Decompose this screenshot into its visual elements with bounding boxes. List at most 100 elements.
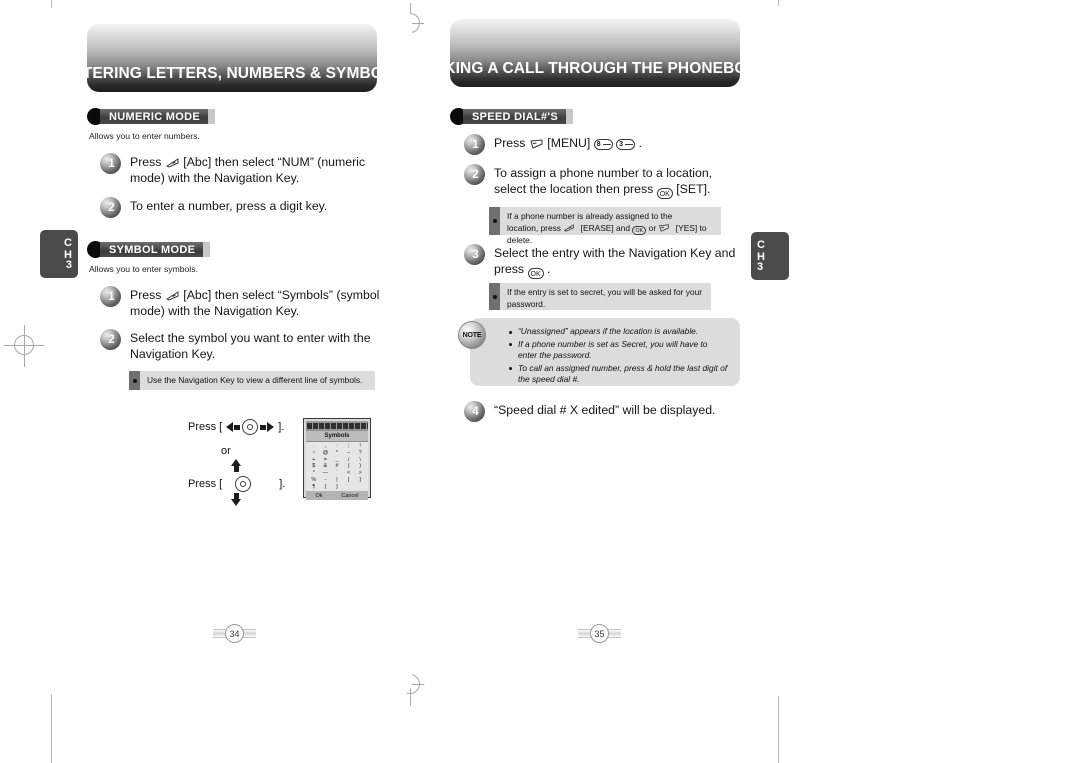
symbol-cell: ° xyxy=(312,470,315,477)
subhead-numeric-mode-label: NUMERIC MODE xyxy=(100,109,208,124)
subhead-tail xyxy=(203,242,211,257)
chapter-tab-right: C H 3 xyxy=(751,232,789,280)
step-bullet-1: 1 xyxy=(464,134,485,155)
step-symbol-1: 1 Press [Abc] then select “Symbols” (sym… xyxy=(100,286,385,319)
note-callout-box: “Unassigned” appears if the location is … xyxy=(470,318,740,386)
symbol-cell: _ xyxy=(335,456,339,463)
step-speed-4: 4 “Speed dial # X edited” will be displa… xyxy=(464,401,746,422)
symbol-cell: | xyxy=(336,476,338,483)
step-numeric-2: 2 To enter a number, press a digit key. xyxy=(100,197,380,218)
step-speed-4-text: “Speed dial # X edited” will be displaye… xyxy=(494,403,716,417)
step-bullet-1: 1 xyxy=(100,286,121,307)
navkey-or-label: or xyxy=(221,445,231,457)
soft-key-icon xyxy=(165,290,180,301)
symbol-cell: @ xyxy=(322,450,329,457)
subhead-numeric-mode: NUMERIC MODE xyxy=(87,108,215,125)
registration-mark-left xyxy=(4,325,46,367)
symbol-cell: ~ xyxy=(312,450,316,457)
phone-screen-title: Symbols xyxy=(306,430,368,442)
chapter-tab-left-number: 3 xyxy=(65,258,72,271)
symbol-cell: - xyxy=(324,476,327,483)
note-already-assigned-text: If a phone number is already assigned to… xyxy=(507,211,707,245)
note-secret-entry: If the entry is set to secret, you will … xyxy=(489,283,711,310)
note-marker-icon xyxy=(129,371,140,390)
banner-right: MAKING A CALL THROUGH THE PHONEBOOK xyxy=(450,19,740,87)
step-bullet-3: 3 xyxy=(464,244,485,265)
step-numeric-1: 1 Press [Abc] then select “NUM” (numeric… xyxy=(100,153,380,186)
banner-left-title: ENTERING LETTERS, NUMBERS & SYMBOLS xyxy=(87,65,377,82)
send-key-icon xyxy=(529,138,544,149)
navigation-key-icon xyxy=(235,476,252,492)
step-speed-2-text: To assign a phone number to a location, … xyxy=(494,166,713,199)
note-symbols-navkey-text: Use the Navigation Key to view a differe… xyxy=(147,375,363,385)
arrow-up-group xyxy=(231,459,241,472)
intro-symbol-mode: Allows you to enter symbols. xyxy=(89,264,198,274)
chapter-tab-left-ch: C H xyxy=(64,237,72,261)
symbol-cell: [ xyxy=(347,476,350,483)
step-numeric-2-text: To enter a number, press a digit key. xyxy=(130,199,328,213)
ok-key-icon: OK xyxy=(656,187,673,199)
symbol-cell: $ xyxy=(312,463,316,470)
navkey-diagram: Press [ ]. or Press [ ]. xyxy=(188,415,308,506)
ok-key-icon: OK xyxy=(632,225,647,235)
phone-symbol-grid: . , : ; ! ~ @ * – ? + = _ / \ $ & # ( ) … xyxy=(306,442,368,491)
arrow-down-icon xyxy=(231,499,241,506)
arrow-up-icon xyxy=(231,459,241,466)
navkey-vertical-row: Press [ ]. xyxy=(188,476,286,492)
arrow-right-icon xyxy=(267,422,275,432)
callout-item: “Unassigned” appears if the location is … xyxy=(509,326,728,338)
soft-key-icon xyxy=(563,223,578,234)
callout-item: To call an assigned number, press & hold… xyxy=(509,362,728,385)
arrow-right-stem xyxy=(260,424,267,430)
phone-soft-key-bar: Ok Cancel xyxy=(306,491,368,500)
step-symbol-2-text: Select the symbol you want to enter with… xyxy=(130,331,371,361)
chapter-tab-right-number: 3 xyxy=(757,260,764,273)
symbol-cell: . xyxy=(313,443,315,450)
arrow-up-stem xyxy=(233,466,239,472)
page-number-right: 35 xyxy=(578,624,621,643)
step-numeric-1-text: Press [Abc] then select “NUM” (numeric m… xyxy=(130,155,366,185)
symbol-cell: ) xyxy=(359,463,362,470)
symbol-cell: \ xyxy=(359,456,361,463)
send-key-icon xyxy=(658,223,673,234)
note-already-assigned: If a phone number is already assigned to… xyxy=(489,207,721,245)
arrow-left-icon xyxy=(226,422,234,432)
phone-soft-left-label: Ok xyxy=(315,492,323,499)
symbol-cell: > xyxy=(358,470,362,477)
step-symbol-2: 2 Select the symbol you want to enter wi… xyxy=(100,329,385,362)
step-bullet-2: 2 xyxy=(100,197,121,218)
arrow-down-group xyxy=(231,493,241,506)
subhead-symbol-mode: SYMBOL MODE xyxy=(87,241,211,258)
subhead-tail xyxy=(565,109,573,124)
arrow-left-stem xyxy=(234,424,241,430)
page-number-left-value: 34 xyxy=(225,624,244,643)
step-bullet-1: 1 xyxy=(100,153,121,174)
step-speed-1-text: Press [MENU] 8 3 . xyxy=(494,136,643,150)
symbol-cell: # xyxy=(335,463,339,470)
symbol-cell: + xyxy=(312,456,316,463)
ok-key-icon: OK xyxy=(527,267,544,279)
subhead-tail xyxy=(208,109,215,124)
subhead-speed-dial: SPEED DIAL#'S xyxy=(450,108,573,125)
page-number-right-value: 35 xyxy=(590,624,609,643)
step-bullet-4: 4 xyxy=(464,401,485,422)
chapter-tab-left: C H 3 xyxy=(40,230,78,278)
step-bullet-2: 2 xyxy=(100,329,121,350)
symbol-cell: , xyxy=(324,443,327,450)
symbol-cell: : xyxy=(336,443,338,450)
symbol-cell: ! xyxy=(359,443,361,450)
subhead-speed-dial-label: SPEED DIAL#'S xyxy=(463,109,566,124)
step-symbol-1-text: Press [Abc] then select “Symbols” (symbo… xyxy=(130,288,380,318)
banner-left: ENTERING LETTERS, NUMBERS & SYMBOLS xyxy=(87,24,377,92)
step-speed-2: 2 To assign a phone number to a location… xyxy=(464,164,746,199)
chapter-tab-right-ch: C H xyxy=(757,239,765,263)
symbol-cell: & xyxy=(323,463,328,470)
symbol-cell: % xyxy=(311,476,317,483)
intro-numeric-mode: Allows you to enter numbers. xyxy=(89,131,200,141)
symbol-cell: ´ xyxy=(336,470,338,477)
callout-item: If a phone number is set as Secret, you … xyxy=(509,339,728,362)
subhead-symbol-mode-label: SYMBOL MODE xyxy=(100,242,204,257)
note-marker-icon xyxy=(489,283,500,310)
symbol-cell: ( xyxy=(347,463,350,470)
symbol-cell: } xyxy=(336,483,338,490)
